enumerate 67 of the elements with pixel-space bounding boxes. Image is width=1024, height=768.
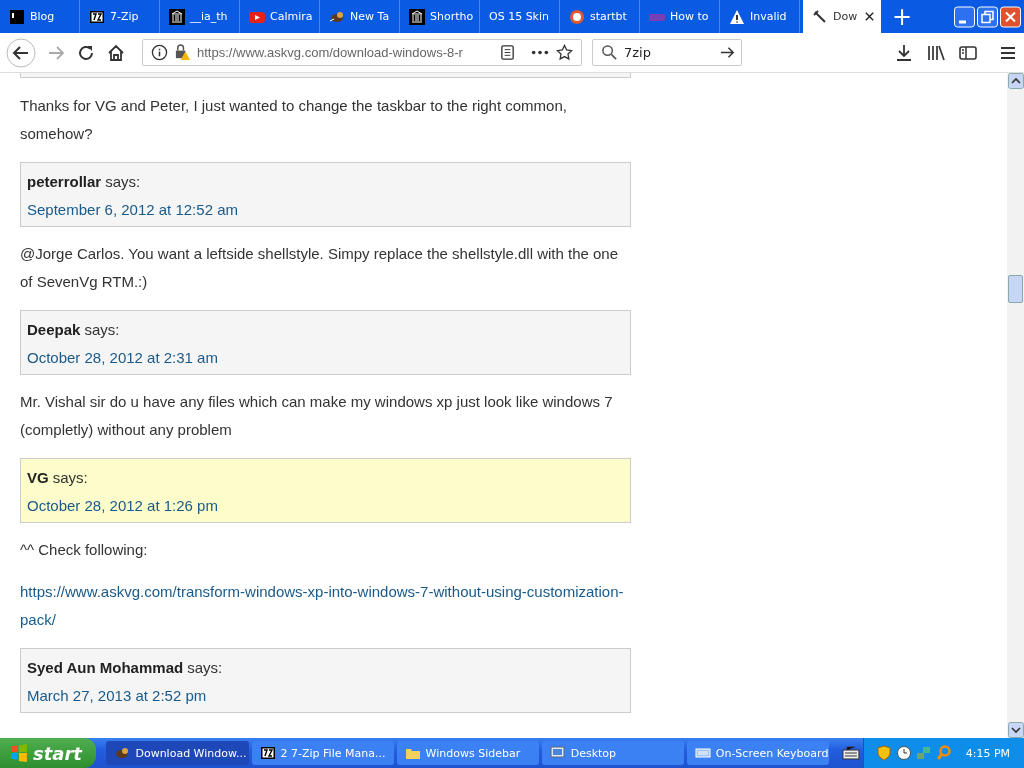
close-button[interactable] (1000, 5, 1021, 28)
scroll-thumb[interactable] (1008, 275, 1023, 303)
bookmark-star-icon[interactable] (556, 44, 573, 61)
comment-date-link[interactable]: March 27, 2013 at 2:52 pm (27, 682, 207, 710)
comment-date-link[interactable]: October 28, 2012 at 1:26 pm (27, 492, 218, 520)
clock-icon[interactable] (895, 745, 912, 761)
comment-author: Syed Aun Mohammad (27, 658, 184, 678)
browser-tab[interactable]: 7-Zip (80, 0, 160, 33)
taskbar-button[interactable]: 2 7-Zip File Mana... (251, 741, 394, 765)
lock-warning-icon[interactable] (174, 44, 191, 61)
comment-text: Thanks for VG and Peter, I just wanted to change the taskbar to the right common, somehow? (20, 96, 568, 144)
browser-tab[interactable]: Invalid (720, 0, 800, 33)
vertical-scrollbar[interactable] (1007, 73, 1024, 738)
taskbar-button[interactable]: On-Screen Keyboard (686, 741, 829, 765)
browser-tab[interactable]: How to (640, 0, 720, 33)
archive-icon (89, 8, 105, 25)
minimize-button[interactable] (954, 5, 975, 28)
building-icon (169, 8, 185, 25)
browser-tab[interactable]: startbt (560, 0, 640, 33)
browser-tab[interactable]: New Ta (320, 0, 400, 33)
download-icon[interactable] (894, 42, 914, 63)
browser-tab[interactable]: Shortho (400, 0, 480, 33)
says-label: says: (52, 468, 88, 488)
taskbar-button[interactable]: Windows Sidebar (396, 741, 539, 765)
browser-tab[interactable]: Dow (803, 0, 881, 33)
search-field[interactable]: 7zip (592, 39, 742, 66)
keyboard-icon (694, 745, 711, 761)
comment-link[interactable]: https://www.askvg.com/transform-windows-xp-into-windows-7-without-using-customization-pack/ (20, 578, 631, 634)
url-text: https://www.askvg.com/download-windows-8-r (197, 45, 464, 60)
windows-flag-icon (10, 744, 28, 762)
building-icon (409, 8, 425, 25)
new-tab-button[interactable]: + (885, 0, 919, 33)
home-icon[interactable] (106, 42, 126, 63)
info-icon[interactable] (151, 44, 168, 61)
says-label: says: (105, 172, 141, 192)
comment-author: peterrollar (27, 172, 102, 192)
bird-icon (114, 745, 131, 761)
browser-tab[interactable]: __ia_th (160, 0, 240, 33)
close-icon[interactable] (864, 11, 875, 22)
archive-icon (259, 745, 276, 761)
reader-view-icon[interactable] (499, 44, 516, 61)
comment-author: Deepak (27, 320, 81, 340)
browser-tab[interactable]: Blog (0, 0, 80, 33)
browser-tab[interactable]: OS 15 Skin (480, 0, 560, 33)
comment-text: ^^ Check following: (20, 540, 149, 560)
comment-author: VG (27, 468, 49, 488)
desktop-icon (549, 745, 566, 761)
address-bar[interactable]: https://www.askvg.com/download-windows-8-r (142, 39, 582, 66)
says-label: says: (84, 320, 120, 340)
shield-icon[interactable] (875, 745, 892, 761)
restore-button[interactable] (977, 5, 998, 28)
square-icon (9, 8, 25, 25)
taskbar-button[interactable]: Download Window... (106, 741, 249, 765)
says-label: says: (187, 658, 223, 678)
browser-tab[interactable]: Calmira (240, 0, 320, 33)
comment-text: @Jorge Carlos. You want a leftside shellstyle. Simpy replace the shellstyle.dll with the one of SevenVg RTM.:) (20, 244, 620, 292)
hammer-icon (812, 8, 828, 25)
clock-time: 4:15 PM (965, 746, 1011, 760)
back-button[interactable] (6, 37, 36, 68)
warning-icon (729, 8, 745, 25)
comment-date-link[interactable]: September 6, 2012 at 12:52 am (27, 196, 238, 224)
keyboard-icon[interactable] (841, 745, 860, 761)
comment-text: Mr. Vishal sir do u have any files which can make my windows xp just look like windows 7 (completly) without any problem (20, 392, 614, 440)
start-button[interactable]: start (0, 738, 97, 768)
search-icon (601, 44, 618, 61)
comment-date-link[interactable]: October 28, 2012 at 2:31 am (27, 344, 218, 372)
taskbar-button[interactable]: Desktop (541, 741, 684, 765)
